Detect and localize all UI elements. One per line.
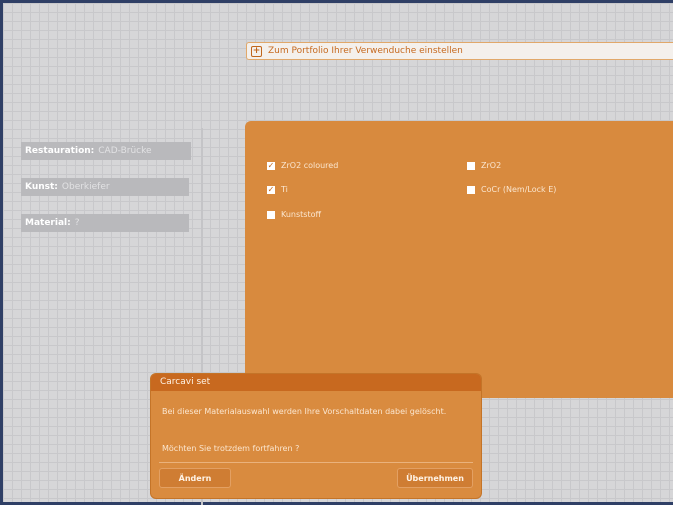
checkbox-checked-icon: ✓: [267, 184, 275, 194]
jaw-label: Kunst:: [25, 182, 58, 192]
restoration-label: Restauration:: [25, 146, 95, 156]
cancel-button[interactable]: Ändern: [159, 468, 231, 488]
confirm-dialog: Carcavi set Bei dieser Materialauswahl w…: [151, 374, 481, 498]
checkbox-empty-icon: [467, 161, 475, 170]
jaw-value: Oberkiefer: [61, 182, 110, 192]
checkbox-label: CoCr (Nem/Lock E): [481, 185, 557, 194]
material-label: Material:: [25, 218, 71, 228]
portfolio-bar[interactable]: + Zum Portfolio Ihrer Verwenduche einste…: [246, 42, 673, 60]
checkbox-ti[interactable]: ✓ Ti: [267, 185, 288, 194]
checkbox-label: Ti: [281, 185, 288, 194]
restoration-value: CAD-Brücke: [98, 146, 152, 156]
checkbox-cocr[interactable]: CoCr (Nem/Lock E): [467, 185, 556, 194]
confirm-button[interactable]: Übernehmen: [397, 468, 473, 488]
checkbox-checked-icon: ✓: [267, 160, 275, 170]
checkbox-kunststoff[interactable]: Kunststoff: [267, 210, 321, 219]
dialog-question: Möchten Sie trotzdem fortfahren ?: [162, 444, 300, 453]
checkbox-zro2-coloured[interactable]: ✓ ZrO2 coloured: [267, 161, 338, 170]
plus-icon[interactable]: +: [251, 45, 262, 57]
checkbox-label: Kunststoff: [281, 210, 322, 219]
checkbox-empty-icon: [467, 185, 475, 194]
restoration-field[interactable]: Restauration: CAD-Brücke: [21, 142, 191, 160]
workspace: + Zum Portfolio Ihrer Verwenduche einste…: [3, 3, 673, 505]
material-field[interactable]: Material:?: [21, 214, 189, 232]
dialog-title: Carcavi set: [151, 374, 481, 391]
jaw-field[interactable]: Kunst: Oberkiefer: [21, 178, 189, 196]
dialog-message: Bei dieser Materialauswahl werden Ihre V…: [162, 407, 447, 416]
checkbox-label: ZrO2: [481, 161, 502, 170]
checkbox-label: ZrO2 coloured: [281, 161, 339, 170]
dialog-divider: [159, 462, 473, 463]
checkbox-empty-icon: [267, 210, 275, 219]
material-panel: ✓ ZrO2 coloured ✓ Ti Kunststoff ZrO2 CoC…: [245, 121, 673, 398]
portfolio-bar-label: Zum Portfolio Ihrer Verwenduche einstell…: [268, 46, 463, 56]
checkbox-zro2[interactable]: ZrO2: [467, 161, 501, 170]
material-value: ?: [74, 218, 80, 228]
